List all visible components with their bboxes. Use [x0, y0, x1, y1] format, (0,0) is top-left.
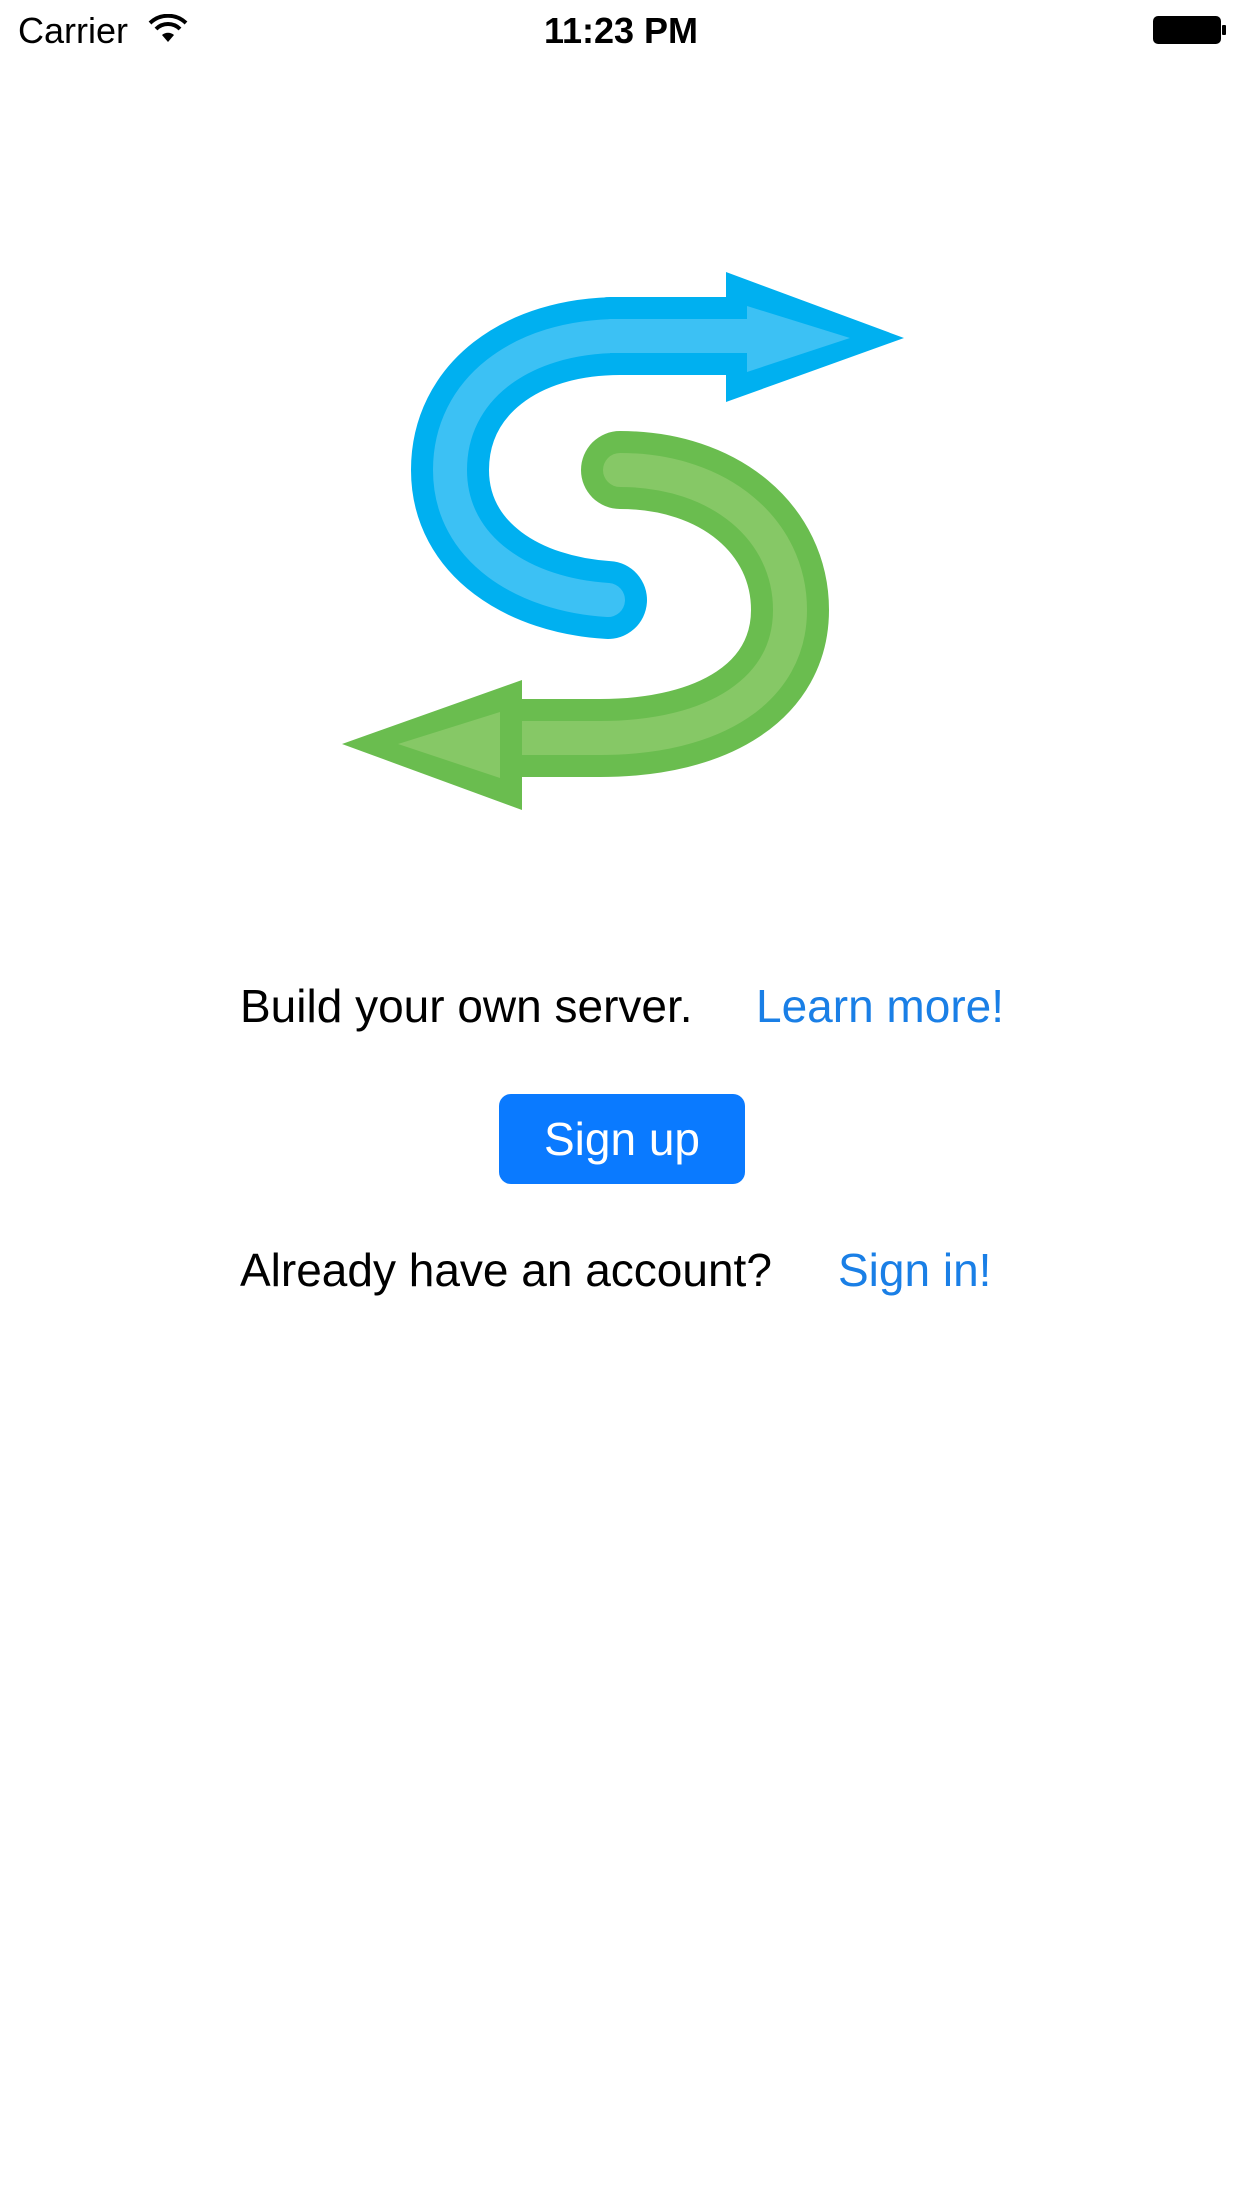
app-logo-icon	[342, 272, 904, 810]
sign-in-link[interactable]: Sign in!	[838, 1240, 991, 1300]
battery-icon	[1153, 16, 1226, 44]
sign-in-row: Already have an account? Sign in!	[0, 1240, 1242, 1300]
build-server-row: Build your own server. Learn more!	[0, 976, 1242, 1036]
status-bar: Carrier 11:23 PM	[0, 0, 1242, 60]
learn-more-link[interactable]: Learn more!	[756, 976, 1004, 1036]
tagline-text: Build your own server.	[240, 980, 693, 1032]
sign-up-button[interactable]: Sign up	[499, 1094, 745, 1184]
already-have-account-text: Already have an account?	[240, 1244, 772, 1296]
status-time: 11:23 PM	[543, 10, 699, 51]
